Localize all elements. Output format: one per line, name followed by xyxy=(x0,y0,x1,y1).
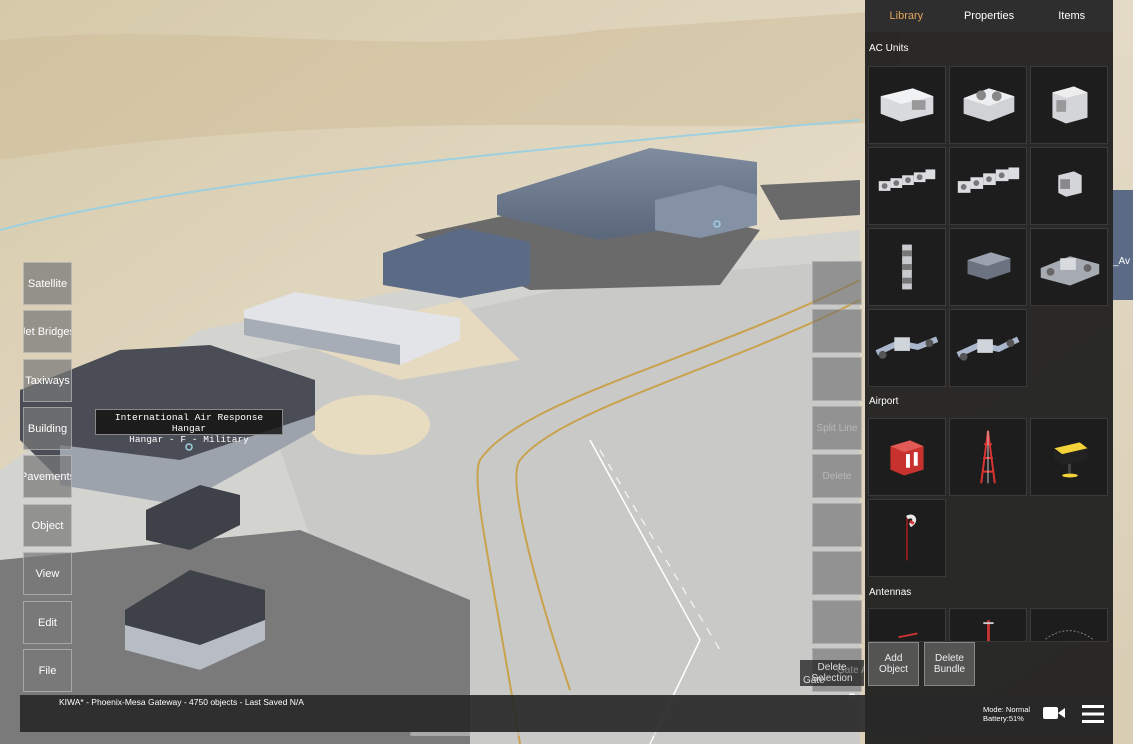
split-line-button[interactable]: Split Line xyxy=(812,406,862,450)
delete-button[interactable]: Delete xyxy=(812,454,862,498)
file-button[interactable]: File xyxy=(23,649,72,692)
antenna-icon xyxy=(1045,630,1093,640)
ac-unit-icon xyxy=(902,244,912,290)
section-title-airport: Airport xyxy=(869,396,899,407)
radio-tower-icon xyxy=(980,430,996,484)
status-text: KIWA* - Phoenix-Mesa Gateway - 4750 obje… xyxy=(59,697,304,707)
hamburger-menu-icon[interactable] xyxy=(1081,704,1105,724)
object-button[interactable]: Object xyxy=(23,504,72,547)
tool-button-8[interactable] xyxy=(812,600,862,644)
tab-items[interactable]: Items xyxy=(1030,0,1113,32)
airport-windsock-item[interactable] xyxy=(868,499,946,577)
ac-unit-icon xyxy=(1058,171,1082,197)
airport-tower-item[interactable] xyxy=(949,418,1027,496)
mode-text: Mode: Normal xyxy=(983,705,1031,714)
tool-button-6[interactable] xyxy=(812,503,862,547)
antenna-icon xyxy=(898,632,918,639)
view-button[interactable]: View xyxy=(23,552,72,595)
ac-unit-2-item[interactable] xyxy=(949,66,1027,144)
section-title-antennas: Antennas xyxy=(869,587,912,598)
gate-label: Gate xyxy=(803,675,825,686)
ac-unit-icon xyxy=(956,336,1020,361)
antenna-1-item[interactable] xyxy=(868,608,946,642)
ac-unit-icon xyxy=(967,252,1011,280)
ac-unit-icon xyxy=(1040,256,1100,286)
tab-library[interactable]: Library xyxy=(865,0,948,32)
ac-unit-icon xyxy=(1052,86,1088,124)
jet-bridges-button[interactable]: Jet Bridges xyxy=(23,310,72,353)
offscreen-label: _Av xyxy=(1113,256,1131,267)
ac-unit-9-item[interactable] xyxy=(1030,228,1108,306)
ac-unit-icon xyxy=(963,88,1015,122)
antenna-3-item[interactable] xyxy=(1030,608,1108,642)
camera-icon[interactable] xyxy=(1042,704,1066,722)
ac-unit-7-item[interactable] xyxy=(868,228,946,306)
airport-sign-item[interactable] xyxy=(1030,418,1108,496)
building-name: International Air Response Hangar xyxy=(114,412,264,434)
gate-airline-label: Gate Airline xyxy=(837,665,867,676)
delete-bundle-button[interactable]: Delete Bundle xyxy=(924,642,975,686)
ac-unit-1-item[interactable] xyxy=(868,66,946,144)
library-panel: Library Properties Items AC Units Airpor… xyxy=(865,0,1113,744)
status-bar: KIWA* - Phoenix-Mesa Gateway - 4750 obje… xyxy=(20,695,1113,732)
building-type: Hangar - F - Military xyxy=(129,434,249,445)
ac-unit-8-item[interactable] xyxy=(949,228,1027,306)
satellite-button[interactable]: Satellite xyxy=(23,262,72,305)
taxiways-button[interactable]: Taxiways xyxy=(23,359,72,402)
antenna-icon xyxy=(983,620,994,641)
antenna-2-item[interactable] xyxy=(949,608,1027,642)
edit-button[interactable]: Edit xyxy=(23,601,72,644)
add-object-button[interactable]: Add Object xyxy=(868,642,919,686)
mode-battery-readout: Mode: Normal Battery:51% xyxy=(983,705,1030,723)
selected-building-label: International Air Response Hangar Hangar… xyxy=(95,409,283,445)
ac-unit-icon xyxy=(875,336,939,359)
ac-unit-5-item[interactable] xyxy=(949,147,1027,225)
ac-unit-icon xyxy=(880,88,934,122)
taxiway-sign-icon xyxy=(1054,442,1088,478)
windsock-icon xyxy=(906,514,917,561)
tool-button-2[interactable] xyxy=(812,309,862,353)
ac-unit-icon xyxy=(957,167,1020,193)
tool-button-3[interactable] xyxy=(812,357,862,401)
ac-unit-3-item[interactable] xyxy=(1030,66,1108,144)
section-title-ac-units: AC Units xyxy=(869,43,909,54)
home-indicator[interactable] xyxy=(410,732,724,736)
tab-properties[interactable]: Properties xyxy=(948,0,1031,32)
battery-text: Battery:51% xyxy=(983,714,1024,723)
airport-box-item[interactable] xyxy=(868,418,946,496)
ac-unit-6-item[interactable] xyxy=(1030,147,1108,225)
ac-unit-icon xyxy=(878,169,936,191)
building-button[interactable]: Building xyxy=(23,407,72,450)
ac-unit-10-item[interactable] xyxy=(868,309,946,387)
tool-button-7[interactable] xyxy=(812,551,862,595)
ac-unit-4-item[interactable] xyxy=(868,147,946,225)
panel-tabs: Library Properties Items xyxy=(865,0,1113,32)
tool-button-1[interactable] xyxy=(812,261,862,305)
marker-box-icon xyxy=(890,440,924,476)
pavements-button[interactable]: Pavements xyxy=(23,455,72,498)
ac-unit-11-item[interactable] xyxy=(949,309,1027,387)
